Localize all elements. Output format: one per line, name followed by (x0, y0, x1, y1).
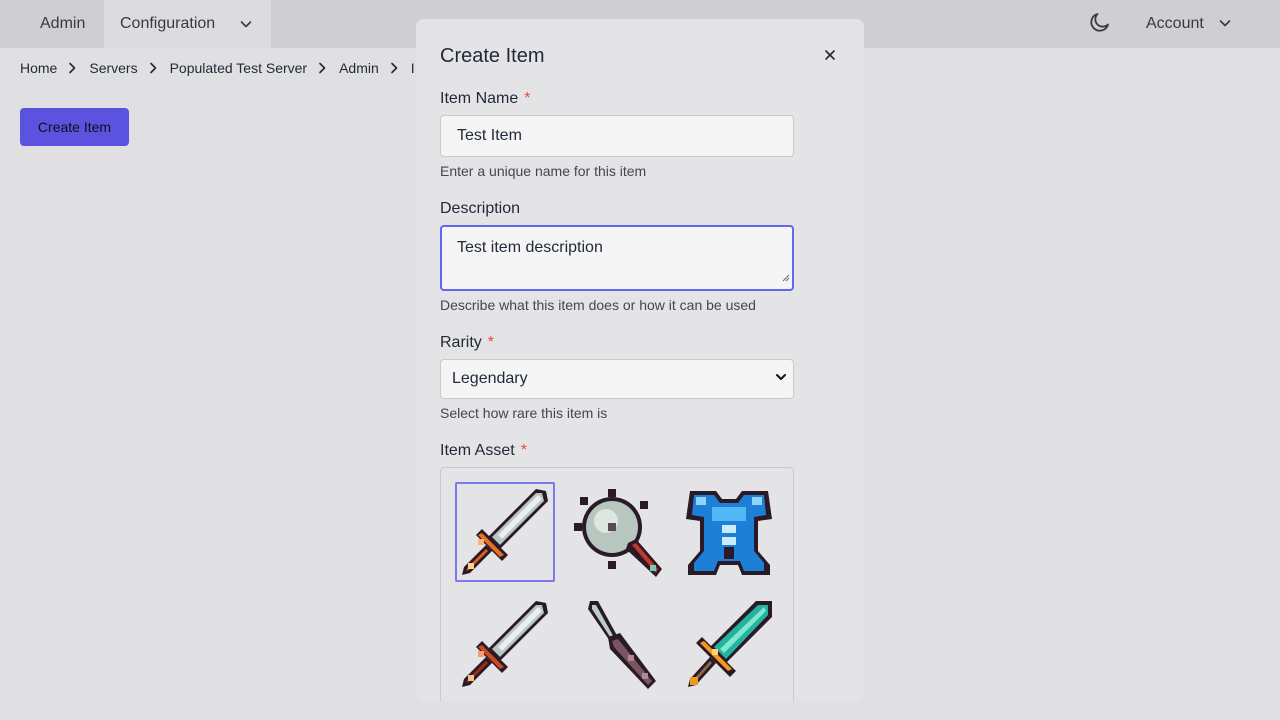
rarity-value: Legendary (452, 370, 528, 387)
moon-icon (1088, 10, 1112, 39)
breadcrumb-current[interactable]: I (411, 60, 415, 76)
resize-handle-icon[interactable] (782, 269, 790, 287)
chevron-down-icon (1218, 16, 1232, 35)
asset-option-mace[interactable] (567, 482, 667, 582)
description-value: Test item description (457, 239, 603, 256)
blue-armor-icon (686, 491, 772, 575)
chevron-right-icon (389, 62, 399, 74)
breadcrumb: Home Servers Populated Test Server Admin… (20, 58, 415, 78)
description-help: Describe what this item does or how it c… (440, 297, 756, 313)
description-label: Description (440, 200, 520, 218)
create-item-modal: Create Item Item Name * Test Item Enter a… (416, 19, 864, 701)
teal-sword-icon (688, 601, 772, 687)
chevron-down-icon (239, 17, 253, 36)
required-marker: * (487, 334, 495, 351)
item-name-value: Test Item (457, 127, 522, 144)
nav-configuration[interactable]: Configuration (104, 0, 271, 48)
asset-option-armor[interactable] (679, 482, 779, 582)
item-asset-label: Item Asset * (440, 442, 527, 460)
rarity-label: Rarity * (440, 334, 494, 352)
item-name-help: Enter a unique name for this item (440, 163, 647, 179)
item-asset-grid (440, 467, 794, 701)
rarity-select[interactable]: Legendary (440, 359, 794, 399)
breadcrumb-server[interactable]: Populated Test Server (170, 60, 308, 76)
nav-account-label: Account (1146, 15, 1204, 32)
create-item-button[interactable]: Create Item (20, 108, 129, 146)
asset-option-sword-orange[interactable] (455, 482, 555, 582)
required-marker: * (520, 442, 527, 459)
rarity-label-text: Rarity (440, 334, 482, 351)
chevron-right-icon (317, 62, 327, 74)
item-name-input[interactable]: Test Item (440, 115, 794, 157)
asset-option-dagger[interactable] (567, 594, 667, 694)
chevron-right-icon (67, 62, 77, 74)
theme-toggle-button[interactable] (1086, 0, 1114, 48)
chevron-right-icon (148, 62, 158, 74)
sword-red-hilt-icon (462, 601, 548, 687)
sword-orange-hilt-icon (462, 489, 548, 575)
spiked-mace-icon (574, 489, 662, 577)
dagger-icon (588, 601, 656, 689)
description-textarea[interactable]: Test item description (440, 225, 794, 291)
breadcrumb-admin[interactable]: Admin (339, 60, 379, 76)
item-asset-label-text: Item Asset (440, 442, 515, 459)
asset-option-teal-sword[interactable] (679, 594, 779, 694)
modal-title: Create Item (440, 45, 545, 67)
item-name-label-text: Item Name (440, 90, 519, 107)
breadcrumb-home[interactable]: Home (20, 60, 57, 76)
chevron-down-icon (775, 370, 787, 388)
rarity-help: Select how rare this item is (440, 405, 608, 421)
close-icon (824, 48, 836, 66)
item-name-label: Item Name * (440, 90, 530, 108)
nav-configuration-label: Configuration (120, 15, 216, 32)
close-button[interactable] (820, 47, 840, 67)
breadcrumb-servers[interactable]: Servers (89, 60, 137, 76)
nav-account[interactable]: Account (1146, 0, 1232, 48)
required-marker: * (524, 90, 531, 107)
asset-option-sword-red[interactable] (455, 594, 555, 694)
description-label-text: Description (440, 200, 521, 217)
nav-admin[interactable]: Admin (24, 0, 101, 48)
